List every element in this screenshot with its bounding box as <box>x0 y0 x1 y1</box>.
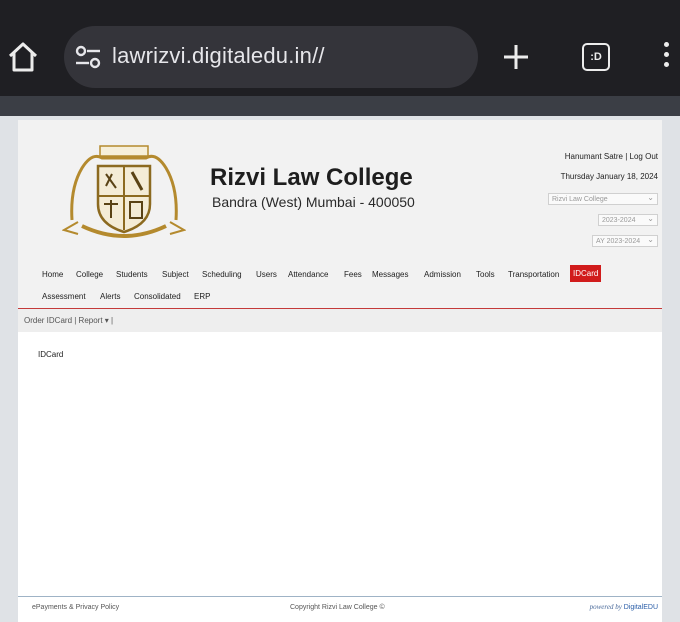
nav-alerts[interactable]: Alerts <box>100 292 120 301</box>
nav-erp[interactable]: ERP <box>194 292 210 301</box>
site-settings-icon[interactable] <box>74 44 102 70</box>
nav-assessment[interactable]: Assessment <box>42 292 86 301</box>
nav-idcard-active[interactable]: IDCard <box>570 265 602 282</box>
current-date: Thursday January 18, 2024 <box>560 172 658 181</box>
nav-tools[interactable]: Tools <box>476 270 495 279</box>
user-info: Hanumant Satre | Log Out <box>565 152 658 161</box>
site-header: Rizvi Law College Bandra (West) Mumbai -… <box>18 120 662 262</box>
content-title: IDCard <box>38 350 64 359</box>
academic-year-select[interactable]: AY 2023-2024 <box>592 234 658 247</box>
nav-scheduling[interactable]: Scheduling <box>202 270 242 279</box>
main-navigation: Home College Students Subject Scheduling… <box>18 262 662 309</box>
powered-by-text: powered by <box>589 603 622 611</box>
nav-home[interactable]: Home <box>42 270 63 279</box>
nav-students[interactable]: Students <box>116 270 148 279</box>
nav-transportation[interactable]: Transportation <box>508 270 559 279</box>
home-icon[interactable] <box>6 40 40 74</box>
site-footer: ePayments & Privacy Policy Copyright Riz… <box>18 596 662 622</box>
college-crest-logo <box>62 145 186 238</box>
web-page: Rizvi Law College Bandra (West) Mumbai -… <box>18 120 662 622</box>
nav-attendance[interactable]: Attendance <box>288 270 328 279</box>
college-select[interactable]: Rizvi Law College <box>548 192 658 205</box>
new-tab-icon[interactable] <box>503 44 529 70</box>
year-select[interactable]: 2023-2024 <box>598 213 658 226</box>
powered-by-brand[interactable]: DigitalEDU <box>624 604 658 611</box>
nav-subject[interactable]: Subject <box>162 270 189 279</box>
logout-link[interactable]: Log Out <box>630 152 658 161</box>
nav-messages[interactable]: Messages <box>372 270 408 279</box>
nav-consolidated[interactable]: Consolidated <box>134 292 181 301</box>
address-bar[interactable]: lawrizvi.digitaledu.in// <box>64 26 478 88</box>
backdrop-strip <box>0 96 680 116</box>
nav-users[interactable]: Users <box>256 270 277 279</box>
overflow-menu-icon[interactable] <box>662 42 670 72</box>
url-text[interactable]: lawrizvi.digitaledu.in// <box>112 43 325 69</box>
privacy-policy-link[interactable]: ePayments & Privacy Policy <box>32 604 119 611</box>
tab-switcher-icon[interactable]: :D <box>582 43 610 71</box>
sub-navigation: Order IDCard | Report ▾ | <box>18 309 662 332</box>
user-name: Hanumant Satre <box>564 152 623 161</box>
copyright-text: Copyright Rizvi Law College © <box>290 604 385 611</box>
powered-by: powered by DigitalEDU <box>590 603 658 611</box>
nav-college[interactable]: College <box>76 270 103 279</box>
college-address: Bandra (West) Mumbai - 400050 <box>212 194 415 210</box>
subnav-links[interactable]: Order IDCard | Report ▾ | <box>24 316 113 325</box>
nav-admission[interactable]: Admission <box>424 270 461 279</box>
nav-fees[interactable]: Fees <box>344 270 362 279</box>
college-name: Rizvi Law College <box>210 164 413 191</box>
browser-toolbar: lawrizvi.digitaledu.in// :D <box>0 0 680 96</box>
